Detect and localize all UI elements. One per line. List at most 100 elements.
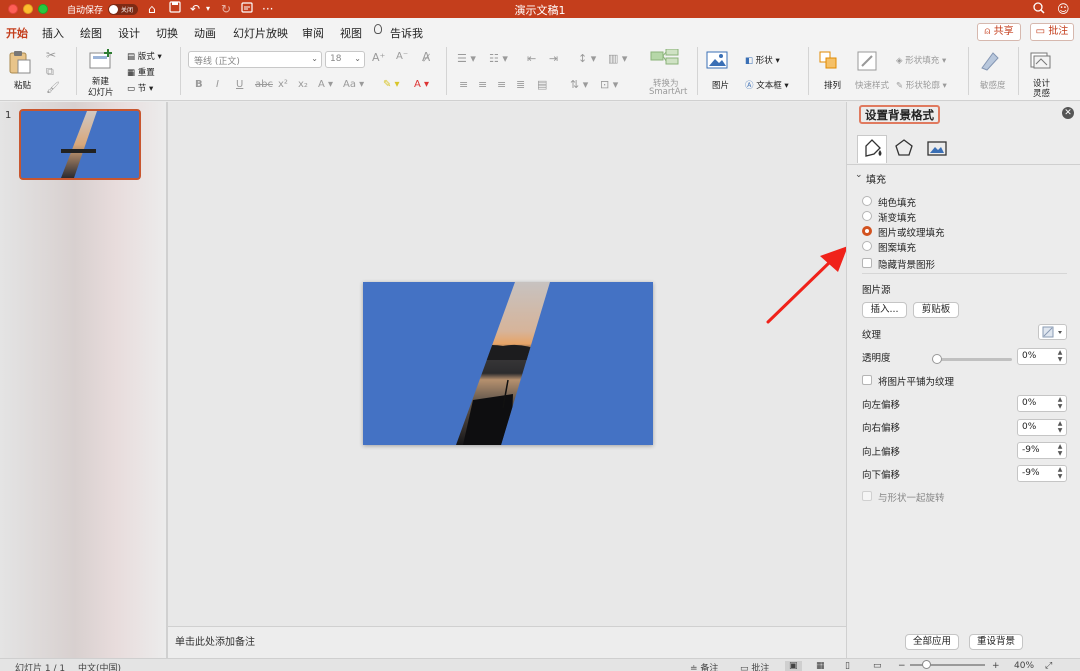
paste-label[interactable]: 粘贴 — [14, 79, 31, 91]
section-button[interactable]: ▭ 节 ▾ — [127, 82, 153, 94]
font-name-select[interactable]: 等线 (正文) ⌄ — [188, 51, 322, 68]
comments-toggle[interactable]: ▭ 批注 — [740, 661, 769, 671]
offset-top-input[interactable]: -9% ▲ ▼ — [1017, 442, 1067, 459]
decrease-indent-icon[interactable]: ⇤ — [527, 52, 536, 65]
new-slide-label-2[interactable]: 幻灯片 — [88, 86, 114, 98]
radio-gradient-fill[interactable]: 渐变填充 — [862, 210, 1072, 224]
distribute-icon[interactable]: ▤ — [537, 78, 547, 91]
close-icon[interactable]: ✕ — [1062, 107, 1074, 119]
superscript-icon[interactable]: x² — [278, 79, 288, 90]
subscript-icon[interactable]: x₂ — [298, 79, 308, 90]
tab-home[interactable]: 开始 — [6, 25, 28, 46]
underline-icon[interactable]: U — [236, 79, 243, 90]
arrange-icon[interactable] — [818, 50, 840, 73]
insert-picture-button[interactable]: 插入... — [862, 302, 907, 318]
align-center-icon[interactable]: ≡ — [478, 78, 487, 91]
picture-icon[interactable] — [923, 135, 953, 163]
text-effects-icon[interactable]: A ▾ — [318, 79, 333, 90]
quick-styles-icon[interactable] — [856, 50, 880, 75]
spin-arrows-icon[interactable]: ▲ ▼ — [1056, 349, 1064, 364]
shape-outline-button[interactable]: ✎ 形状轮廓 ▾ — [896, 79, 947, 91]
strikethrough-icon[interactable]: abc — [255, 79, 273, 90]
smiley-feedback-icon[interactable]: ☺ — [1057, 1, 1070, 17]
change-case-icon[interactable]: Aa ▾ — [343, 79, 364, 90]
texture-picker[interactable] — [1038, 324, 1067, 340]
smartart-icon[interactable] — [650, 48, 680, 74]
increase-font-icon[interactable]: A⁺ — [372, 51, 385, 64]
slide-thumbnail[interactable] — [19, 109, 141, 180]
decrease-font-icon[interactable]: A⁻ — [396, 51, 408, 62]
align-left-icon[interactable]: ≡ — [459, 78, 468, 91]
share-button[interactable]: ⍝ 共享 — [977, 23, 1021, 41]
line-spacing-icon[interactable]: ↕ ▾ — [578, 52, 596, 65]
pentagon-icon[interactable] — [890, 135, 920, 163]
highlight-icon[interactable]: ✎ ▾ — [383, 79, 400, 90]
transparency-input[interactable]: 0% ▲ ▼ — [1017, 348, 1067, 365]
font-color-icon[interactable]: A ▾ — [414, 79, 429, 90]
copy-icon[interactable]: ⧉ — [46, 65, 54, 79]
designer-label-2[interactable]: 灵感 — [1033, 87, 1050, 99]
numbering-icon[interactable]: ☷ ▾ — [489, 52, 508, 65]
zoom-in-icon[interactable]: + — [992, 661, 1000, 671]
notes-pane[interactable]: 单击此处添加备注 — [168, 626, 846, 658]
fill-section-header[interactable]: ⌄ 填充 — [847, 168, 1080, 186]
search-icon[interactable] — [1033, 1, 1045, 19]
notes-toggle[interactable]: ≐ 备注 — [690, 661, 718, 671]
apply-to-all-button[interactable]: 全部应用 — [905, 634, 959, 650]
radio-pattern-fill[interactable]: 图案填充 — [862, 240, 1072, 254]
align-right-icon[interactable]: ≡ — [497, 78, 506, 91]
tab-animations[interactable]: 动画 — [194, 25, 216, 41]
arrange-label[interactable]: 排列 — [824, 79, 841, 91]
language[interactable]: 中文(中国) — [78, 661, 121, 671]
zoom-out-icon[interactable]: − — [898, 661, 906, 671]
tile-texture-checkbox[interactable]: 将图片平铺为纹理 — [862, 374, 1072, 388]
tab-review[interactable]: 审阅 — [302, 25, 324, 41]
smartart-label-2[interactable]: SmartArt — [649, 87, 687, 97]
fill-bucket-icon[interactable] — [857, 135, 887, 163]
tell-me-box[interactable]: 告诉我 — [390, 25, 423, 41]
comments-button[interactable]: ▭ 批注 — [1030, 23, 1074, 41]
bold-icon[interactable]: B — [195, 79, 203, 90]
offset-right-input[interactable]: 0% ▲ ▼ — [1017, 419, 1067, 436]
picture-label[interactable]: 图片 — [712, 79, 729, 91]
quick-styles-label[interactable]: 快速样式 — [855, 79, 889, 91]
tab-slideshow[interactable]: 幻灯片放映 — [233, 25, 288, 41]
spin-arrows-icon[interactable]: ▲ ▼ — [1056, 466, 1064, 481]
tab-draw[interactable]: 绘图 — [80, 25, 102, 41]
tab-insert[interactable]: 插入 — [42, 25, 64, 41]
bullets-icon[interactable]: ☰ ▾ — [457, 52, 476, 65]
fit-to-window-icon[interactable]: ⤢ — [1045, 661, 1052, 671]
current-slide[interactable] — [363, 282, 653, 445]
sensitivity-label[interactable]: 敏感度 — [980, 79, 1006, 91]
sensitivity-icon[interactable] — [978, 50, 1000, 75]
spin-arrows-icon[interactable]: ▲ ▼ — [1056, 396, 1064, 411]
offset-left-input[interactable]: 0% ▲ ▼ — [1017, 395, 1067, 412]
radio-solid-fill[interactable]: 纯色填充 — [862, 195, 1072, 209]
normal-view-icon[interactable]: ▣ — [785, 661, 802, 671]
spin-arrows-icon[interactable]: ▲ ▼ — [1056, 443, 1064, 458]
radio-picture-fill[interactable]: 图片或纹理填充 — [862, 225, 1072, 239]
new-slide-icon[interactable] — [88, 49, 114, 74]
tab-design[interactable]: 设计 — [118, 25, 140, 41]
hide-bg-graphics-checkbox[interactable]: 隐藏背景图形 — [862, 257, 1072, 271]
paste-icon[interactable] — [8, 49, 32, 78]
zoom-level[interactable]: 40% — [1014, 661, 1034, 671]
tab-view[interactable]: 视图 — [340, 25, 362, 41]
reset-background-button[interactable]: 重设背景 — [969, 634, 1023, 650]
reset-button[interactable]: ▦ 重置 — [127, 66, 155, 78]
slider-knob[interactable] — [932, 354, 942, 364]
shape-fill-button[interactable]: ◈ 形状填充 ▾ — [896, 54, 946, 66]
clipboard-button[interactable]: 剪贴板 — [913, 302, 959, 318]
slideshow-icon[interactable]: ▭ — [873, 661, 882, 671]
picture-icon[interactable] — [706, 50, 728, 73]
layout-button[interactable]: ▤ 版式 ▾ — [127, 50, 162, 62]
justify-icon[interactable]: ≣ — [516, 78, 525, 91]
zoom-slider-knob[interactable] — [922, 660, 931, 669]
align-text-icon[interactable]: ⊡ ▾ — [600, 78, 618, 91]
tab-transitions[interactable]: 切换 — [156, 25, 178, 41]
transparency-slider[interactable] — [932, 354, 1012, 364]
textbox-button[interactable]: Ⓐ 文本框 ▾ — [745, 79, 789, 91]
reading-view-icon[interactable]: ▯ — [845, 661, 850, 671]
shape-button[interactable]: ◧ 形状 ▾ — [745, 54, 780, 66]
slide-sorter-icon[interactable]: ▦ — [816, 661, 825, 671]
